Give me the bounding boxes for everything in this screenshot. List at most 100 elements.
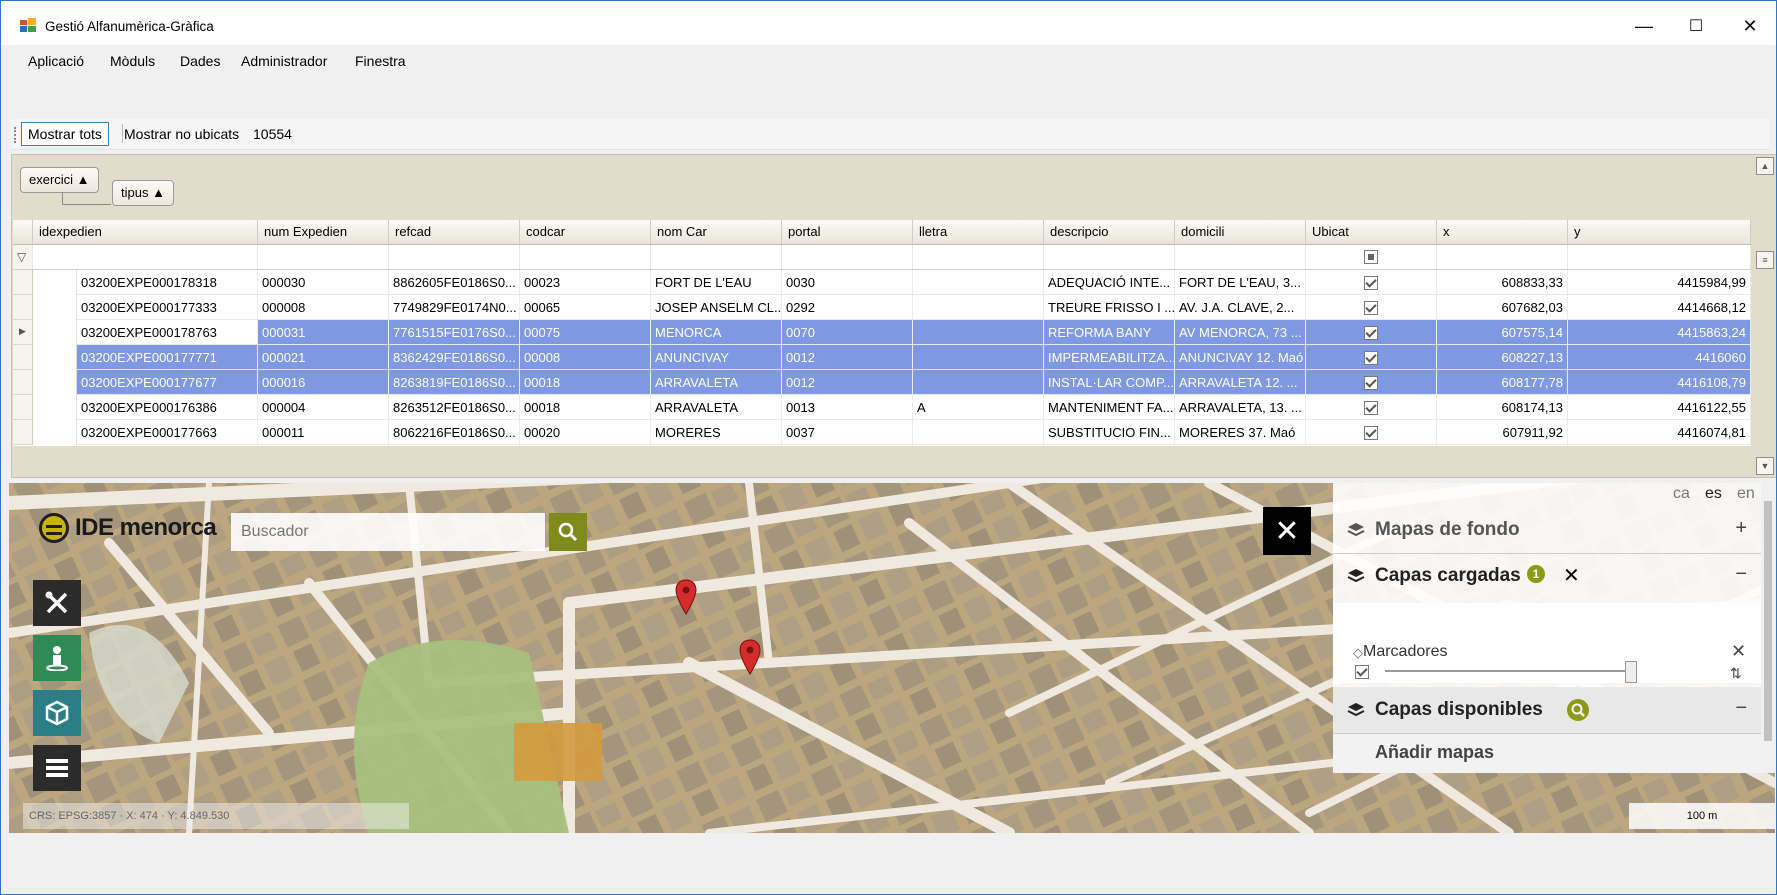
cell-ubicat[interactable] (1306, 420, 1437, 445)
row-header[interactable] (13, 420, 33, 445)
lang-es[interactable]: es (1705, 485, 1722, 503)
cell-ubicat[interactable] (1306, 270, 1437, 295)
minimize-button[interactable]: — (1621, 11, 1667, 41)
group-tag-tipus[interactable]: tipus ▲ (112, 180, 174, 206)
tools-button[interactable] (33, 580, 81, 626)
cell-codcar[interactable]: 00075 (520, 320, 651, 345)
cell-domicili[interactable]: ANUNCIVAY 12. Maó (1175, 345, 1306, 370)
cell-idexpedien[interactable]: 03200EXPE000177663 (77, 420, 258, 445)
reorder-icon[interactable]: ⇅ (1730, 665, 1742, 682)
opacity-slider-handle[interactable] (1625, 661, 1637, 683)
cell-y[interactable]: 4416122,55 (1568, 395, 1751, 420)
cell-nomcar[interactable]: ARRAVALETA (651, 395, 782, 420)
map-search-button[interactable] (549, 513, 587, 551)
cell-idexpedien[interactable]: 03200EXPE000178318 (77, 270, 258, 295)
col-num-expedien[interactable]: num Expedien (258, 220, 389, 244)
filter-cell[interactable] (1175, 245, 1306, 269)
plus-icon[interactable]: + (1735, 517, 1747, 540)
cell-codcar[interactable]: 00008 (520, 345, 651, 370)
row-header[interactable]: ▶ (13, 320, 33, 345)
cell-refcad[interactable]: 8862605FE0186S0... (389, 270, 520, 295)
map-marker-icon[interactable] (675, 579, 697, 615)
cell-ubicat[interactable] (1306, 320, 1437, 345)
cell-domicili[interactable]: AV MENORCA, 73 ... (1175, 320, 1306, 345)
show-all-button[interactable]: Mostrar tots (21, 122, 109, 146)
close-window-button[interactable]: ✕ (1727, 11, 1773, 41)
cell-num[interactable]: 000008 (258, 295, 389, 320)
cell-nomcar[interactable]: FORT DE L'EAU (651, 270, 782, 295)
row-header[interactable] (13, 345, 33, 370)
menu-aplicacio[interactable]: Aplicació (28, 53, 84, 69)
map-marker-icon[interactable] (739, 639, 761, 675)
grid-scrollbar[interactable]: ▲ ≡ ▼ (1754, 155, 1776, 477)
table-row[interactable]: 03200EXPE000178318 000030 8862605FE0186S0.… (13, 270, 1751, 295)
panel-scroll-thumb[interactable] (1764, 501, 1772, 741)
col-nom-car[interactable]: nom Car (651, 220, 782, 244)
cell-portal[interactable]: 0292 (782, 295, 913, 320)
scroll-down-icon[interactable]: ▼ (1756, 457, 1774, 475)
cell-descripcio[interactable]: REFORMA BANY (1044, 320, 1175, 345)
cell-portal[interactable]: 0013 (782, 395, 913, 420)
cell-refcad[interactable]: 8062216FE0186S0... (389, 420, 520, 445)
panel-scrollbar[interactable] (1761, 483, 1775, 773)
cell-ubicat[interactable] (1306, 345, 1437, 370)
menu-finestra[interactable]: Finestra (355, 53, 406, 69)
col-domicili[interactable]: domicili (1175, 220, 1306, 244)
section-capas-disponibles[interactable]: Capas disponibles − (1333, 687, 1761, 734)
filter-cell[interactable] (389, 245, 520, 269)
filter-cell[interactable] (913, 245, 1044, 269)
row-header[interactable] (13, 295, 33, 320)
filter-cell[interactable] (1437, 245, 1568, 269)
search-layers-icon[interactable] (1567, 699, 1589, 721)
filter-cell[interactable] (651, 245, 782, 269)
cell-idexpedien[interactable]: 03200EXPE000177333 (77, 295, 258, 320)
cell-ubicat[interactable] (1306, 295, 1437, 320)
cell-ubicat[interactable] (1306, 395, 1437, 420)
ubicat-checkbox[interactable] (1364, 326, 1378, 340)
cell-nomcar[interactable]: MORERES (651, 420, 782, 445)
ubicat-checkbox[interactable] (1364, 426, 1378, 440)
cell-domicili[interactable]: AV. J.A. CLAVE, 2... (1175, 295, 1306, 320)
col-idexpedien[interactable]: idexpedien (33, 220, 258, 244)
cell-codcar[interactable]: 00020 (520, 420, 651, 445)
opacity-slider[interactable] (1385, 670, 1629, 672)
cell-y[interactable]: 4415984,99 (1568, 270, 1751, 295)
cell-x[interactable]: 608833,33 (1437, 270, 1568, 295)
cell-x[interactable]: 608177,78 (1437, 370, 1568, 395)
cell-nomcar[interactable]: ANUNCIVAY (651, 345, 782, 370)
cell-x[interactable]: 608174,13 (1437, 395, 1568, 420)
table-row[interactable]: 03200EXPE000176386 000004 8263512FE0186S0.… (13, 395, 1751, 420)
cell-codcar[interactable]: 00065 (520, 295, 651, 320)
cell-domicili[interactable]: FORT DE L'EAU, 3... (1175, 270, 1306, 295)
cell-lletra[interactable]: A (913, 395, 1044, 420)
cell-x[interactable]: 607575,14 (1437, 320, 1568, 345)
cell-portal[interactable]: 0012 (782, 370, 913, 395)
cell-portal[interactable]: 0037 (782, 420, 913, 445)
cell-idexpedien[interactable]: 03200EXPE000177771 (77, 345, 258, 370)
cell-domicili[interactable]: ARRAVALETA 12. ... (1175, 370, 1306, 395)
cell-idexpedien[interactable]: 03200EXPE000177677 (77, 370, 258, 395)
minus-icon[interactable]: − (1735, 563, 1747, 586)
cell-y[interactable]: 4414668,12 (1568, 295, 1751, 320)
cell-codcar[interactable]: 00018 (520, 395, 651, 420)
cell-num[interactable]: 000011 (258, 420, 389, 445)
filter-cell[interactable] (258, 245, 389, 269)
cell-y[interactable]: 4415863,24 (1568, 320, 1751, 345)
cell-lletra[interactable] (913, 345, 1044, 370)
col-descripcio[interactable]: descripcio (1044, 220, 1175, 244)
filter-cell[interactable] (1568, 245, 1751, 269)
cell-num[interactable]: 000004 (258, 395, 389, 420)
cell-nomcar[interactable]: MENORCA (651, 320, 782, 345)
cell-num[interactable]: 000031 (258, 320, 389, 345)
cell-descripcio[interactable]: SUBSTITUCIO FIN... (1044, 420, 1175, 445)
col-lletra[interactable]: lletra (913, 220, 1044, 244)
scroll-thumb[interactable]: ≡ (1756, 251, 1774, 269)
cell-ubicat[interactable] (1306, 370, 1437, 395)
col-portal[interactable]: portal (782, 220, 913, 244)
filter-cell[interactable] (782, 245, 913, 269)
layers-list-button[interactable] (33, 745, 81, 791)
show-unlocated-button[interactable]: Mostrar no ubicats (124, 126, 239, 142)
layer-visibility-checkbox[interactable] (1355, 665, 1369, 679)
cell-refcad[interactable]: 8263512FE0186S0... (389, 395, 520, 420)
cell-lletra[interactable] (913, 270, 1044, 295)
